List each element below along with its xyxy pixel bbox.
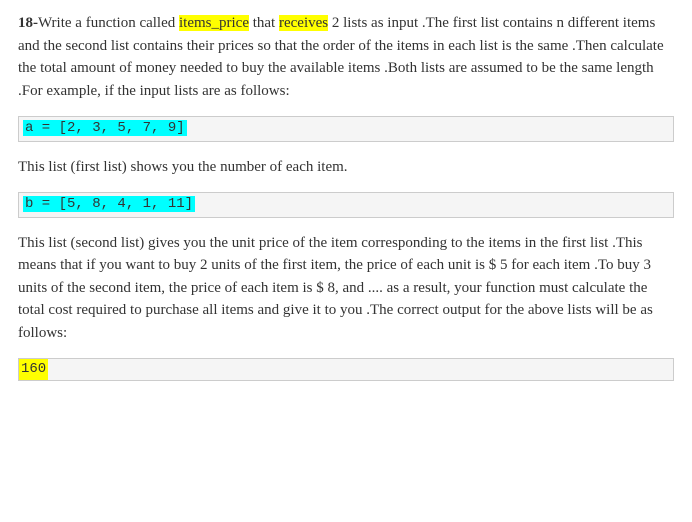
code-a-content: a = [2, 3, 5, 7, 9] — [23, 120, 187, 136]
question-text-part-2: that — [249, 15, 279, 31]
code-block-b: b = [5, 8, 4, 1, 11] — [18, 192, 674, 218]
question-number: 18- — [18, 15, 38, 31]
output-block: 160 — [18, 358, 674, 381]
code-block-a: a = [2, 3, 5, 7, 9] — [18, 116, 674, 142]
highlight-function-name: items_price — [179, 15, 249, 31]
question-prompt: 18-Write a function called items_price t… — [18, 12, 674, 102]
output-value: 160 — [19, 359, 48, 380]
paragraph-first-list: This list (first list) shows you the num… — [18, 156, 674, 179]
question-text-part-1: Write a function called — [38, 15, 179, 31]
highlight-receives: receives — [279, 15, 328, 31]
code-b-content: b = [5, 8, 4, 1, 11] — [23, 196, 195, 212]
paragraph-second-list: This list (second list) gives you the un… — [18, 232, 674, 345]
